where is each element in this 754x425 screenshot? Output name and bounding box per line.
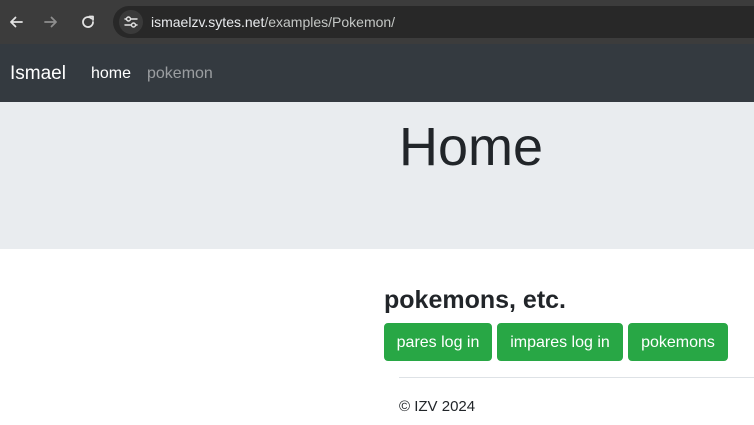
arrow-right-icon <box>44 16 57 28</box>
site-info-button[interactable] <box>119 10 143 34</box>
reload-icon <box>82 15 94 28</box>
url-path: /examples/Pokemon/ <box>264 14 396 30</box>
footer-divider <box>399 377 754 378</box>
section-heading: pokemons, etc. <box>384 286 566 314</box>
arrow-left-icon <box>10 16 23 28</box>
url-text: ismaelzv.sytes.net/examples/Pokemon/ <box>151 14 395 30</box>
pares-log-in-button[interactable]: pares log in <box>384 323 492 361</box>
navbar-brand[interactable]: Ismael <box>10 63 66 85</box>
reload-button[interactable] <box>75 9 101 35</box>
footer-copyright: © IZV 2024 <box>399 398 476 415</box>
tune-icon <box>124 16 138 28</box>
address-bar[interactable]: ismaelzv.sytes.net/examples/Pokemon/ <box>113 6 754 38</box>
nav-link-pokemon[interactable]: pokemon <box>147 65 213 83</box>
forward-button[interactable] <box>38 9 64 35</box>
site-navbar: Ismael home pokemon <box>0 44 754 102</box>
back-button[interactable] <box>3 9 29 35</box>
impares-log-in-button[interactable]: impares log in <box>497 323 623 361</box>
pokemons-button[interactable]: pokemons <box>628 323 728 361</box>
page-title: Home <box>399 117 544 177</box>
url-host: ismaelzv.sytes.net <box>151 14 265 30</box>
nav-link-home[interactable]: home <box>91 65 131 83</box>
browser-toolbar: ismaelzv.sytes.net/examples/Pokemon/ <box>0 0 754 44</box>
jumbotron: Home <box>0 102 754 249</box>
